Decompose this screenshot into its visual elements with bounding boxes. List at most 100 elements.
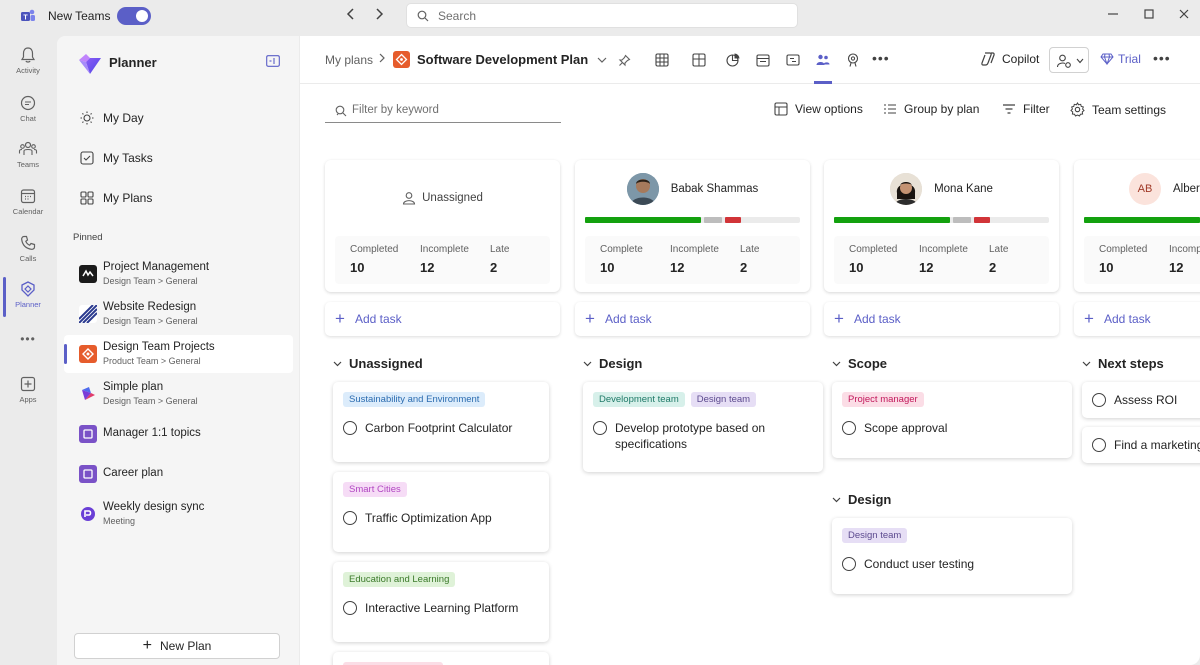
trial-button[interactable]: Trial — [1100, 52, 1141, 66]
plan-title[interactable]: Software Development Plan — [417, 52, 588, 67]
schedule-view-icon[interactable] — [755, 52, 771, 68]
task-labels: Smart Cities — [343, 482, 413, 497]
filter-input[interactable]: Filter by keyword — [325, 99, 561, 123]
board-view-icon[interactable] — [691, 52, 707, 68]
task-checkbox[interactable] — [343, 421, 357, 435]
bucket-header[interactable]: Scope — [832, 356, 887, 371]
task-card[interactable]: Education and Learning Interactive Learn… — [333, 562, 549, 642]
pinned-plan-website-redesign[interactable]: Website Redesign Design Team > General — [64, 295, 293, 333]
chevron-down-icon[interactable] — [597, 55, 607, 65]
more-views-button[interactable]: ••• — [872, 50, 890, 66]
nav-my-day[interactable]: My Day — [79, 108, 144, 128]
pinned-plan-design-team-projects[interactable]: Design Team Projects Product Team > Gene… — [64, 335, 293, 373]
add-task-button[interactable]: + Add task — [824, 302, 1059, 336]
task-labels: Sustainability and Environment — [343, 392, 491, 407]
task-title: Conduct user testing — [864, 557, 975, 571]
close-icon[interactable] — [1177, 8, 1191, 23]
add-task-button[interactable]: + Add task — [1074, 302, 1200, 336]
task-card[interactable]: Development team Design team Develop pro… — [583, 382, 823, 472]
task-card[interactable]: Sustainability and Environment Carbon Fo… — [333, 382, 549, 462]
avatar — [626, 173, 659, 205]
rail-label-chat: Chat — [20, 114, 36, 123]
task-card-partial[interactable] — [333, 652, 549, 665]
stat-label: Late — [490, 244, 510, 255]
collapse-sidebar-icon[interactable] — [266, 55, 280, 67]
rail-item-planner[interactable]: Planner — [0, 280, 56, 309]
rail-item-activity[interactable]: Activity — [0, 46, 56, 75]
charts-view-icon[interactable] — [725, 52, 741, 68]
rail-more-button[interactable]: ••• — [0, 332, 56, 346]
nav-my-plans[interactable]: My Plans — [79, 188, 152, 208]
copilot-button[interactable]: Copilot — [980, 51, 1039, 67]
task-title: Interactive Learning Platform — [365, 601, 519, 615]
stat-incomplete: Incomp 12 — [1169, 244, 1200, 275]
task-card[interactable]: Smart Cities Traffic Optimization App — [333, 472, 549, 552]
members-button[interactable] — [1049, 47, 1089, 73]
new-teams-toggle[interactable] — [117, 7, 151, 25]
task-checkbox[interactable] — [1092, 438, 1106, 452]
pinned-plan-career-plan[interactable]: Career plan — [64, 455, 293, 493]
search-input[interactable]: Search — [406, 3, 798, 28]
add-task-button[interactable]: + Add task — [325, 302, 560, 336]
goals-view-icon[interactable] — [845, 52, 861, 68]
header-more-button[interactable]: ••• — [1153, 50, 1171, 66]
forward-icon[interactable] — [373, 7, 385, 25]
view-options-label: View options — [795, 102, 863, 116]
task-card[interactable]: Project manager Scope approval — [832, 382, 1072, 458]
plan-title: Manager 1:1 topics — [103, 427, 201, 439]
progress-bar — [834, 217, 1049, 223]
task-checkbox[interactable] — [343, 601, 357, 615]
nav-my-tasks[interactable]: My Tasks — [79, 148, 153, 168]
rail-item-apps[interactable]: Apps — [0, 375, 56, 404]
stat-label: Complete — [600, 244, 643, 255]
pinned-plan-weekly-design-sync[interactable]: Weekly design sync Meeting — [64, 495, 293, 533]
back-icon[interactable] — [345, 7, 357, 25]
stat-label: Incomplete — [670, 244, 719, 255]
plan-header: My plans Software Development Plan ••• C… — [300, 36, 1200, 84]
task-checkbox[interactable] — [842, 421, 856, 435]
rail-item-teams[interactable]: Teams — [0, 140, 56, 169]
add-task-button[interactable]: + Add task — [575, 302, 810, 336]
task-card[interactable]: Assess ROI — [1082, 382, 1200, 418]
pinned-plan-project-management[interactable]: Project Management Design Team > General — [64, 255, 293, 293]
rail-item-chat[interactable]: Chat — [0, 94, 56, 123]
task-checkbox[interactable] — [593, 421, 607, 435]
stat-value: 10 — [600, 260, 615, 275]
bucket-header[interactable]: Design — [583, 356, 642, 371]
timeline-view-icon[interactable] — [785, 52, 801, 68]
group-by-button[interactable]: Group by plan — [883, 102, 979, 116]
team-settings-button[interactable]: Team settings — [1070, 102, 1166, 117]
plan-icon — [79, 345, 97, 363]
chevron-down-icon — [1076, 58, 1084, 64]
pinned-plan-manager-topics[interactable]: Manager 1:1 topics — [64, 415, 293, 453]
column-name: Babak Shammas — [670, 183, 759, 195]
maximize-icon[interactable] — [1142, 8, 1156, 23]
task-checkbox[interactable] — [842, 557, 856, 571]
minimize-icon[interactable] — [1106, 8, 1120, 23]
task-checkbox[interactable] — [343, 511, 357, 525]
new-plan-button[interactable]: + New Plan — [74, 633, 280, 659]
grid-view-icon[interactable] — [654, 52, 670, 68]
filter-button[interactable]: Filter — [1002, 102, 1050, 116]
people-view-icon[interactable] — [815, 52, 831, 68]
planner-icon — [21, 281, 35, 297]
bucket-header[interactable]: Unassigned — [333, 356, 423, 371]
bucket-header[interactable]: Next steps — [1082, 356, 1164, 371]
pinned-plan-simple-plan[interactable]: Simple plan Design Team > General — [64, 375, 293, 413]
planner-logo-icon — [79, 54, 101, 74]
task-checkbox[interactable] — [1092, 393, 1106, 407]
task-card[interactable]: Design team Conduct user testing — [832, 518, 1072, 594]
bucket-header[interactable]: Design — [832, 492, 891, 507]
plan-title: Career plan — [103, 467, 164, 479]
rail-item-calendar[interactable]: Calendar — [0, 187, 56, 216]
progress-incomplete — [953, 217, 971, 223]
breadcrumb-my-plans[interactable]: My plans — [325, 53, 373, 67]
task-card[interactable]: Find a marketing — [1082, 427, 1200, 463]
rail-item-calls[interactable]: Calls — [0, 234, 56, 263]
view-options-button[interactable]: View options — [774, 102, 863, 116]
column-name: Albert — [1173, 183, 1200, 195]
pin-icon[interactable] — [618, 54, 631, 67]
task-title: Develop prototype based on specification… — [615, 421, 766, 451]
filter-icon — [1003, 104, 1015, 114]
stat-value: 10 — [1099, 260, 1114, 275]
